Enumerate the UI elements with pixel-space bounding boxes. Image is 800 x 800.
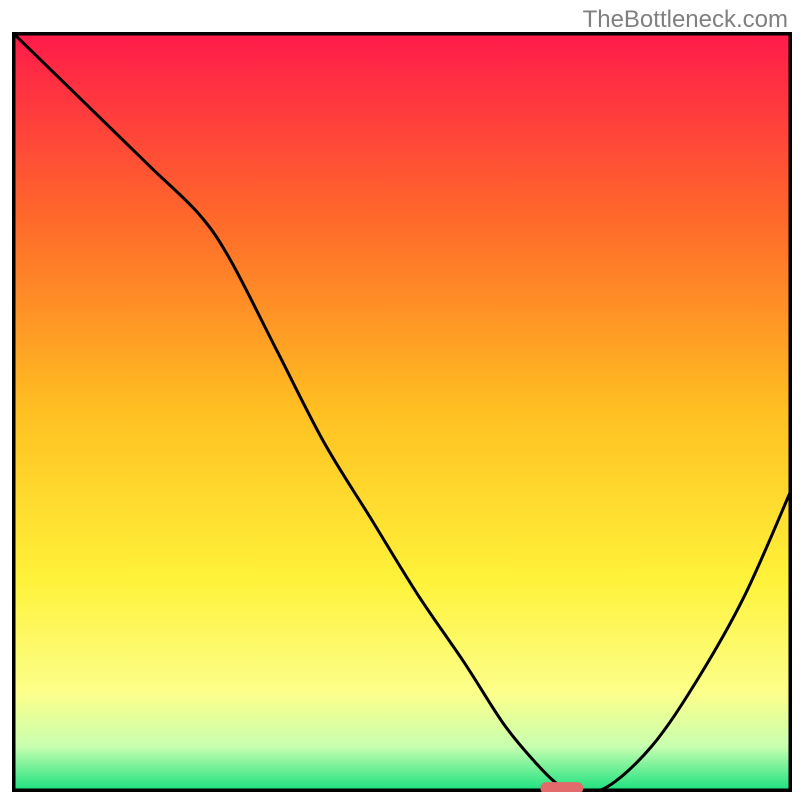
watermark-text: TheBottleneck.com: [583, 6, 788, 34]
chart-svg: [12, 32, 792, 792]
chart-area: [12, 32, 792, 792]
valley-marker: [540, 782, 583, 792]
